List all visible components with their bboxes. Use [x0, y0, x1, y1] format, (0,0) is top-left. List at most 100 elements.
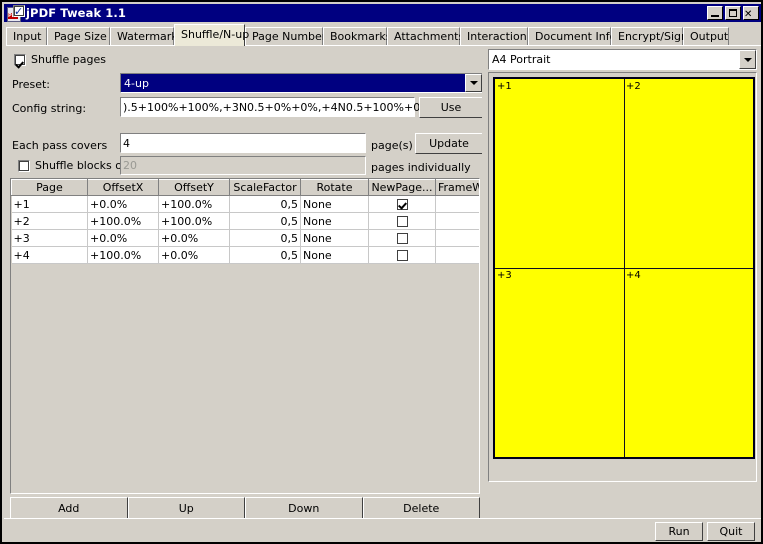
cell-scalefactor[interactable]: 0,5: [230, 213, 301, 230]
cell-framewidth[interactable]: 0: [436, 213, 481, 230]
page-size-dropdown-button[interactable]: [739, 50, 756, 69]
cell-page[interactable]: +4: [12, 247, 88, 264]
shuffle-pages-label: Shuffle pages: [31, 53, 106, 66]
table-action-buttons: Add Up Down Delete: [10, 497, 480, 519]
tab-interaction[interactable]: Interaction: [460, 27, 528, 45]
tab-label: Document Info: [535, 30, 616, 43]
tab-shuffle-n-up[interactable]: Shuffle/N-up: [174, 24, 245, 46]
cell-offsetx[interactable]: +100.0%: [88, 247, 159, 264]
shuffle-settings-pane: Shuffle pages Preset: 4-up Config string…: [6, 46, 484, 516]
cell-rotate[interactable]: None: [301, 230, 369, 247]
column-header-offsetx[interactable]: OffsetX: [88, 180, 159, 196]
cell-newpage[interactable]: [369, 213, 436, 230]
column-header-newpage[interactable]: NewPage...: [369, 180, 436, 196]
tab-encrypt-sign[interactable]: Encrypt/Sign: [611, 27, 683, 45]
cell-offsety[interactable]: +0.0%: [159, 247, 230, 264]
page-size-combobox[interactable]: A4 Portrait: [488, 49, 757, 70]
tab-label: Page Numbers: [252, 30, 332, 43]
tab-bookmarks[interactable]: Bookmarks: [323, 27, 387, 45]
preset-dropdown-button[interactable]: [465, 74, 482, 92]
each-pass-covers-label: Each pass covers: [12, 139, 107, 152]
each-pass-covers-input[interactable]: 4: [120, 133, 366, 153]
cell-page[interactable]: +1: [12, 196, 88, 213]
shuffle-blocks-label: Shuffle blocks of: [35, 159, 126, 172]
newpage-checkbox[interactable]: [397, 199, 408, 210]
run-button[interactable]: Run: [655, 522, 703, 541]
column-header-framewidth[interactable]: FrameWidth: [436, 180, 481, 196]
column-header-offsety[interactable]: OffsetY: [159, 180, 230, 196]
cell-rotate[interactable]: None: [301, 213, 369, 230]
page-size-value: A4 Portrait: [489, 50, 739, 69]
update-button[interactable]: Update: [415, 133, 483, 154]
shuffle-pages-checkbox[interactable]: [14, 54, 26, 66]
preset-combobox[interactable]: 4-up: [120, 73, 483, 93]
cell-offsety[interactable]: +100.0%: [159, 213, 230, 230]
preview-horizontal-divider: [495, 268, 753, 269]
tab-input[interactable]: Input: [6, 27, 47, 45]
cell-offsety[interactable]: +100.0%: [159, 196, 230, 213]
table-row[interactable]: +2 +100.0% +100.0% 0,5 None 0: [12, 213, 481, 230]
cell-page[interactable]: +3: [12, 230, 88, 247]
maximize-button[interactable]: [725, 6, 741, 20]
tab-label: Input: [13, 30, 41, 43]
shuffle-pages-checkbox-row[interactable]: Shuffle pages: [14, 53, 106, 66]
tab-page-size[interactable]: Page Size: [47, 27, 110, 45]
nup-preview-panel[interactable]: +1 +2 +3 +4: [488, 72, 757, 482]
chevron-down-icon: [470, 81, 478, 85]
shuffle-blocks-input[interactable]: 20: [120, 156, 366, 175]
table-row[interactable]: +4 +100.0% +0.0% 0,5 None 0: [12, 247, 481, 264]
preview-cell-4: +4: [624, 268, 753, 457]
preview-cell-3: +3: [495, 268, 624, 457]
add-row-button[interactable]: Add: [10, 497, 128, 519]
tab-document-info[interactable]: Document Info: [528, 27, 611, 45]
table-header-row: Page OffsetX OffsetY ScaleFactor Rotate …: [12, 180, 481, 196]
table-row[interactable]: +3 +0.0% +0.0% 0,5 None 0: [12, 230, 481, 247]
add-button-label: Add: [58, 502, 79, 515]
minimize-button[interactable]: [707, 6, 723, 20]
preview-cell-2: +2: [624, 79, 753, 268]
tab-watermark[interactable]: Watermark: [110, 27, 174, 45]
move-down-button[interactable]: Down: [245, 497, 363, 519]
newpage-checkbox[interactable]: [397, 216, 408, 227]
cell-scalefactor[interactable]: 0,5: [230, 230, 301, 247]
config-string-value: ).5+100%+100%,+3N0.5+0%+0%,+4N0.5+100%+0…: [123, 102, 434, 113]
cell-newpage[interactable]: [369, 247, 436, 264]
tab-attachments[interactable]: Attachments: [387, 27, 460, 45]
shuffle-blocks-checkbox[interactable]: [18, 160, 30, 172]
column-header-scalefactor[interactable]: ScaleFactor: [230, 180, 301, 196]
cell-offsetx[interactable]: +0.0%: [88, 230, 159, 247]
shuffle-blocks-checkbox-row[interactable]: Shuffle blocks of: [18, 159, 126, 172]
delete-row-button[interactable]: Delete: [363, 497, 481, 519]
nup-table-scroll[interactable]: Page OffsetX OffsetY ScaleFactor Rotate …: [10, 178, 480, 494]
config-string-input[interactable]: ).5+100%+100%,+3N0.5+0%+0%,+4N0.5+100%+0…: [120, 97, 415, 117]
newpage-checkbox[interactable]: [397, 250, 408, 261]
table-row[interactable]: +1 +0.0% +100.0% 0,5 None 0: [12, 196, 481, 213]
cell-framewidth[interactable]: 0: [436, 230, 481, 247]
column-header-page[interactable]: Page: [12, 180, 88, 196]
cell-rotate[interactable]: None: [301, 247, 369, 264]
cell-newpage[interactable]: [369, 230, 436, 247]
cell-offsetx[interactable]: +0.0%: [88, 196, 159, 213]
window-title: jPDF Tweak 1.1: [26, 6, 126, 20]
preview-cell-1: +1: [495, 79, 624, 268]
cell-framewidth[interactable]: 0: [436, 196, 481, 213]
cell-offsetx[interactable]: +100.0%: [88, 213, 159, 230]
preset-value: 4-up: [121, 74, 465, 92]
column-header-rotate[interactable]: Rotate: [301, 180, 369, 196]
cell-rotate[interactable]: None: [301, 196, 369, 213]
cell-newpage[interactable]: [369, 196, 436, 213]
cell-scalefactor[interactable]: 0,5: [230, 247, 301, 264]
tab-output[interactable]: Output: [683, 27, 729, 45]
move-up-button[interactable]: Up: [128, 497, 246, 519]
tab-label: Page Size: [54, 30, 107, 43]
newpage-checkbox[interactable]: [397, 233, 408, 244]
cell-scalefactor[interactable]: 0,5: [230, 196, 301, 213]
run-button-label: Run: [668, 525, 689, 538]
cell-page[interactable]: +2: [12, 213, 88, 230]
close-button[interactable]: ✕: [743, 6, 759, 20]
quit-button[interactable]: Quit: [707, 522, 755, 541]
cell-offsety[interactable]: +0.0%: [159, 230, 230, 247]
tab-page-numbers[interactable]: Page Numbers: [245, 27, 323, 45]
cell-framewidth[interactable]: 0: [436, 247, 481, 264]
use-button[interactable]: Use: [419, 97, 483, 118]
